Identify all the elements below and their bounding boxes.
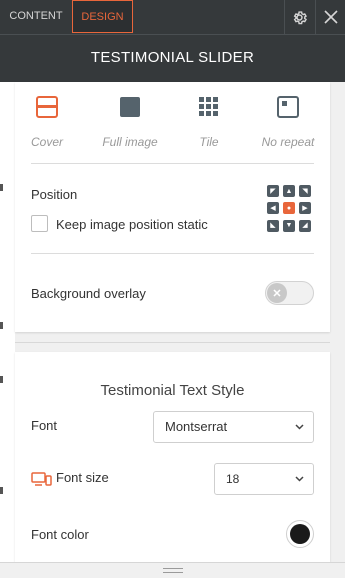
position-bottom-right-button[interactable]: ◢ <box>299 219 311 232</box>
position-top-left-button[interactable]: ◤ <box>267 185 279 197</box>
fill-option-tile[interactable]: Tile <box>174 94 244 149</box>
arrow-left-icon: ◀ <box>270 204 276 212</box>
fill-option-cover[interactable]: Cover <box>12 94 82 149</box>
position-label: Position <box>31 187 78 202</box>
top-bar: CONTENT DESIGN <box>0 0 345 34</box>
arrow-up-icon: ▲ <box>285 187 293 195</box>
section-divider <box>15 342 330 343</box>
position-bottom-left-button[interactable]: ◣ <box>267 219 279 232</box>
position-top-right-button[interactable]: ◥ <box>299 185 311 197</box>
fill-option-full-image[interactable]: Full image <box>95 94 165 149</box>
chevron-down-icon <box>295 424 304 430</box>
font-color-swatch[interactable] <box>286 520 314 548</box>
panel-title: TESTIMONIAL SLIDER <box>0 34 345 82</box>
close-icon <box>323 10 338 24</box>
close-button[interactable] <box>315 0 345 34</box>
position-left-button[interactable]: ◀ <box>267 202 279 215</box>
settings-button[interactable] <box>284 0 314 34</box>
fill-option-label: Cover <box>30 135 63 149</box>
responsive-devices-icon <box>31 472 52 486</box>
keep-position-static-label: Keep image position static <box>56 217 208 232</box>
position-center-button[interactable]: ● <box>283 202 295 215</box>
font-size-select[interactable]: 18 <box>214 463 314 495</box>
background-settings-card: Cover Full image Tile No repeat Position… <box>15 82 330 332</box>
text-style-title: Testimonial Text Style <box>100 382 245 399</box>
position-top-button[interactable]: ▲ <box>283 185 295 197</box>
chevron-down-icon <box>295 476 304 482</box>
arrow-bottom-left-icon: ◣ <box>270 222 276 230</box>
toggle-off-icon: ✕ <box>272 287 282 300</box>
fill-option-label: Tile <box>199 135 219 149</box>
position-bottom-button[interactable]: ▼ <box>283 219 295 232</box>
position-grid: ◤ ▲ ◥ ◀ ● ▶ ◣ ▼ ◢ <box>267 185 315 233</box>
divider <box>31 253 314 254</box>
font-color-label: Font color <box>31 527 89 542</box>
fill-option-no-repeat[interactable]: No repeat <box>253 94 323 149</box>
fill-option-label: No repeat <box>261 135 315 149</box>
tab-content[interactable]: CONTENT <box>0 0 72 33</box>
color-swatch-fill <box>290 524 310 544</box>
divider <box>31 163 314 164</box>
font-size-value: 18 <box>226 472 240 486</box>
arrow-top-right-icon: ◥ <box>302 187 308 195</box>
resize-handle[interactable] <box>0 562 345 578</box>
background-overlay-label: Background overlay <box>31 286 146 301</box>
keep-position-static-checkbox[interactable] <box>31 215 48 232</box>
cover-icon <box>36 96 58 118</box>
text-style-card: Testimonial Text Style Font Montserrat F… <box>15 352 330 562</box>
fill-option-label: Full image <box>102 135 158 149</box>
center-dot-icon: ● <box>286 204 292 212</box>
arrow-bottom-right-icon: ◢ <box>302 222 308 230</box>
arrow-top-left-icon: ◤ <box>270 187 276 195</box>
no-repeat-icon <box>277 96 299 118</box>
drag-handle-icon <box>162 568 183 573</box>
tab-design[interactable]: DESIGN <box>72 0 133 33</box>
font-select[interactable]: Montserrat <box>153 411 314 443</box>
tile-icon <box>199 97 218 116</box>
font-select-value: Montserrat <box>165 419 228 434</box>
position-right-button[interactable]: ▶ <box>299 202 311 215</box>
arrow-right-icon: ▶ <box>302 204 308 212</box>
full-image-icon <box>120 97 140 117</box>
arrow-down-icon: ▼ <box>285 222 293 230</box>
background-panel-edge <box>0 82 15 562</box>
gear-icon <box>293 10 307 24</box>
font-label: Font <box>31 418 58 433</box>
font-size-label: Font size <box>56 470 109 485</box>
background-overlay-toggle[interactable]: ✕ <box>265 281 314 305</box>
